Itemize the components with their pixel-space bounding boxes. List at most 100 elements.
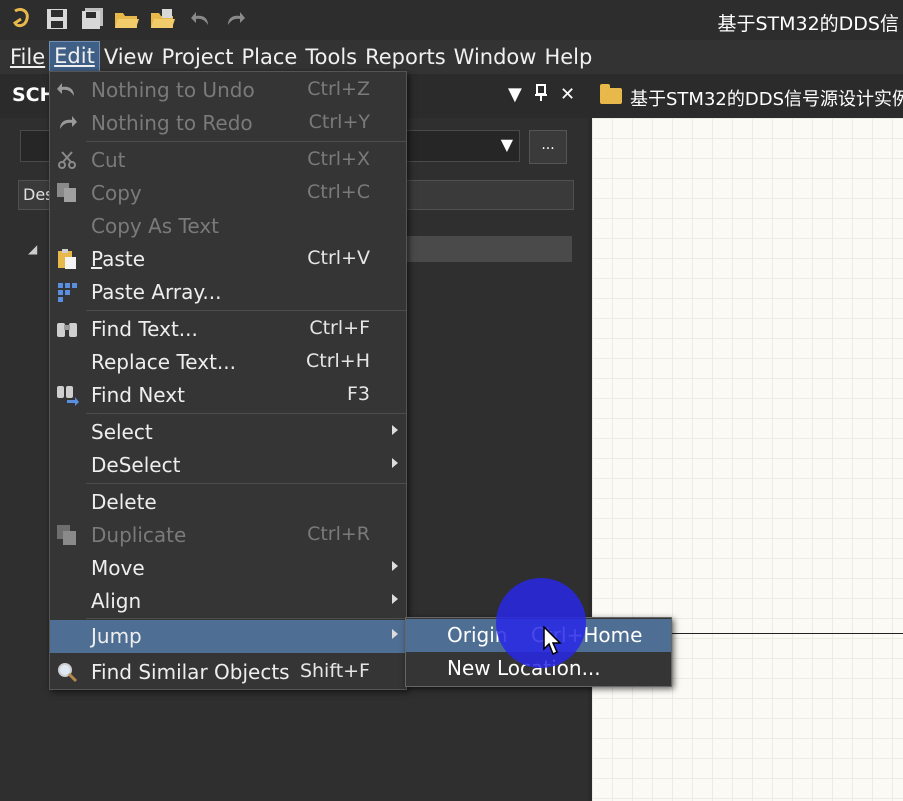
menu-separator xyxy=(86,141,406,142)
save-all-icon[interactable] xyxy=(80,6,106,32)
menu-item-find-text[interactable]: Find Text... Ctrl+F xyxy=(50,313,406,346)
menu-view[interactable]: View xyxy=(100,42,158,72)
label-rest: aste xyxy=(102,247,145,271)
redo-icon xyxy=(54,111,80,135)
redo-icon[interactable] xyxy=(222,6,248,32)
tree-selected-row[interactable] xyxy=(404,236,572,262)
menu-item-label: Move xyxy=(91,556,145,580)
find-next-icon xyxy=(54,383,80,407)
tree-expand-icon[interactable]: ◢ xyxy=(28,242,37,256)
menu-item-shortcut: Shift+F xyxy=(299,660,370,682)
menu-item-shortcut: Ctrl+Y xyxy=(308,111,370,133)
menu-item-label: Copy As Text xyxy=(91,214,219,238)
menu-item-shortcut: F3 xyxy=(346,383,370,405)
menu-tools[interactable]: Tools xyxy=(301,42,361,72)
menu-item-shortcut: Ctrl+X xyxy=(307,148,370,170)
menu-edit-label: Edit xyxy=(54,44,95,68)
menu-file-label: File xyxy=(10,45,46,69)
menu-place[interactable]: Place xyxy=(238,42,302,72)
document-tab[interactable]: 基于STM32的DDS信号源设计实例 xyxy=(590,74,903,118)
open-project-icon[interactable] xyxy=(150,6,176,32)
panel-menu-icon[interactable]: ▼ xyxy=(508,84,522,105)
pin-icon[interactable] xyxy=(534,84,548,107)
duplicate-icon xyxy=(54,523,80,547)
menu-project[interactable]: Project xyxy=(158,42,238,72)
menu-separator xyxy=(86,310,406,311)
menu-item-move[interactable]: Move xyxy=(50,552,406,585)
menu-project-label: Project xyxy=(161,45,234,69)
menu-item-cut[interactable]: Cut Ctrl+X xyxy=(50,144,406,177)
menu-item-shortcut: Ctrl+V xyxy=(307,247,370,269)
menu-item-shortcut: Ctrl+R xyxy=(307,523,370,545)
menu-item-undo[interactable]: Nothing to Undo Ctrl+Z xyxy=(50,74,406,107)
magnifier-icon xyxy=(54,660,80,684)
menu-item-replace-text[interactable]: Replace Text... Ctrl+H xyxy=(50,346,406,379)
menu-separator xyxy=(86,413,406,414)
menu-item-label: Nothing to Undo xyxy=(91,78,255,102)
menu-item-label: Select xyxy=(91,420,153,444)
menu-window[interactable]: Window xyxy=(450,42,541,72)
menu-item-label: Delete xyxy=(91,490,157,514)
undo-icon[interactable] xyxy=(188,6,214,32)
menu-item-shortcut: Ctrl+H xyxy=(305,350,370,372)
submenu-arrow-icon xyxy=(392,561,398,571)
menu-separator xyxy=(86,483,406,484)
save-icon[interactable] xyxy=(44,6,70,32)
menu-help[interactable]: Help xyxy=(540,42,596,72)
folder-icon xyxy=(600,84,622,104)
menu-bar: File Edit View Project Place Tools Repor… xyxy=(0,40,903,74)
mouse-cursor-icon xyxy=(543,625,563,660)
menu-help-label: Help xyxy=(544,45,593,69)
menu-item-label: Find Next xyxy=(91,383,185,407)
close-icon[interactable]: ✕ xyxy=(560,84,575,105)
submenu-arrow-icon xyxy=(392,594,398,604)
menu-item-jump[interactable]: Jump xyxy=(50,620,406,653)
menu-item-label: DeSelect xyxy=(91,453,181,477)
title-bar: 基于STM32的DDS信 xyxy=(0,0,903,40)
document-tab-label: 基于STM32的DDS信号源设计实例 xyxy=(630,89,903,110)
scissors-icon xyxy=(54,148,80,172)
menu-item-label: Paste Array... xyxy=(91,280,222,304)
menu-item-paste-array[interactable]: Paste Array... xyxy=(50,276,406,309)
undo-icon xyxy=(54,78,80,102)
submenu-arrow-icon xyxy=(392,425,398,435)
edit-menu: Nothing to Undo Ctrl+Z Nothing to Redo C… xyxy=(49,71,407,690)
menu-item-paste[interactable]: Paste Ctrl+V xyxy=(50,243,406,276)
menu-tools-label: Tools xyxy=(305,45,358,69)
menu-item-delete[interactable]: Delete xyxy=(50,486,406,519)
menu-item-shortcut: Ctrl+Z xyxy=(307,78,370,100)
menu-item-label: Nothing to Redo xyxy=(91,111,253,135)
menu-item-label: Duplicate xyxy=(91,523,187,547)
menu-reports[interactable]: Reports xyxy=(361,42,450,72)
paste-icon xyxy=(54,247,80,271)
binoculars-icon xyxy=(54,317,80,341)
menu-file[interactable]: File xyxy=(6,42,49,72)
open-folder-icon[interactable] xyxy=(114,6,140,32)
window-title: 基于STM32的DDS信 xyxy=(717,13,899,35)
app-logo-icon xyxy=(8,6,34,32)
menu-edit[interactable]: Edit xyxy=(49,41,100,73)
menu-item-label: Find Similar Objects xyxy=(91,660,290,684)
paste-array-icon xyxy=(54,280,80,304)
menu-item-copy-as-text[interactable]: Copy As Text xyxy=(50,210,406,243)
menu-item-align[interactable]: Align xyxy=(50,585,406,618)
browse-button[interactable]: ... xyxy=(529,130,567,164)
menu-item-deselect[interactable]: DeSelect xyxy=(50,449,406,482)
menu-item-find-similar[interactable]: Find Similar Objects Shift+F xyxy=(50,656,406,689)
chevron-down-icon: ▼ xyxy=(500,135,513,154)
menu-item-select[interactable]: Select xyxy=(50,416,406,449)
menu-reports-label: Reports xyxy=(365,45,446,69)
menu-item-duplicate[interactable]: Duplicate Ctrl+R xyxy=(50,519,406,552)
menu-item-find-next[interactable]: Find Next F3 xyxy=(50,379,406,412)
submenu-arrow-icon xyxy=(392,458,398,468)
schematic-canvas[interactable] xyxy=(592,118,903,801)
menu-item-copy[interactable]: Copy Ctrl+C xyxy=(50,177,406,210)
menu-item-label: Replace Text... xyxy=(91,350,236,374)
menu-item-label: Find Text... xyxy=(91,317,198,341)
menu-item-redo[interactable]: Nothing to Redo Ctrl+Y xyxy=(50,107,406,140)
menu-separator xyxy=(86,618,406,619)
copy-icon xyxy=(54,181,80,205)
menu-item-shortcut: Ctrl+F xyxy=(309,317,370,339)
menu-window-label: Window xyxy=(453,45,537,69)
menu-item-label: Cut xyxy=(91,148,126,172)
